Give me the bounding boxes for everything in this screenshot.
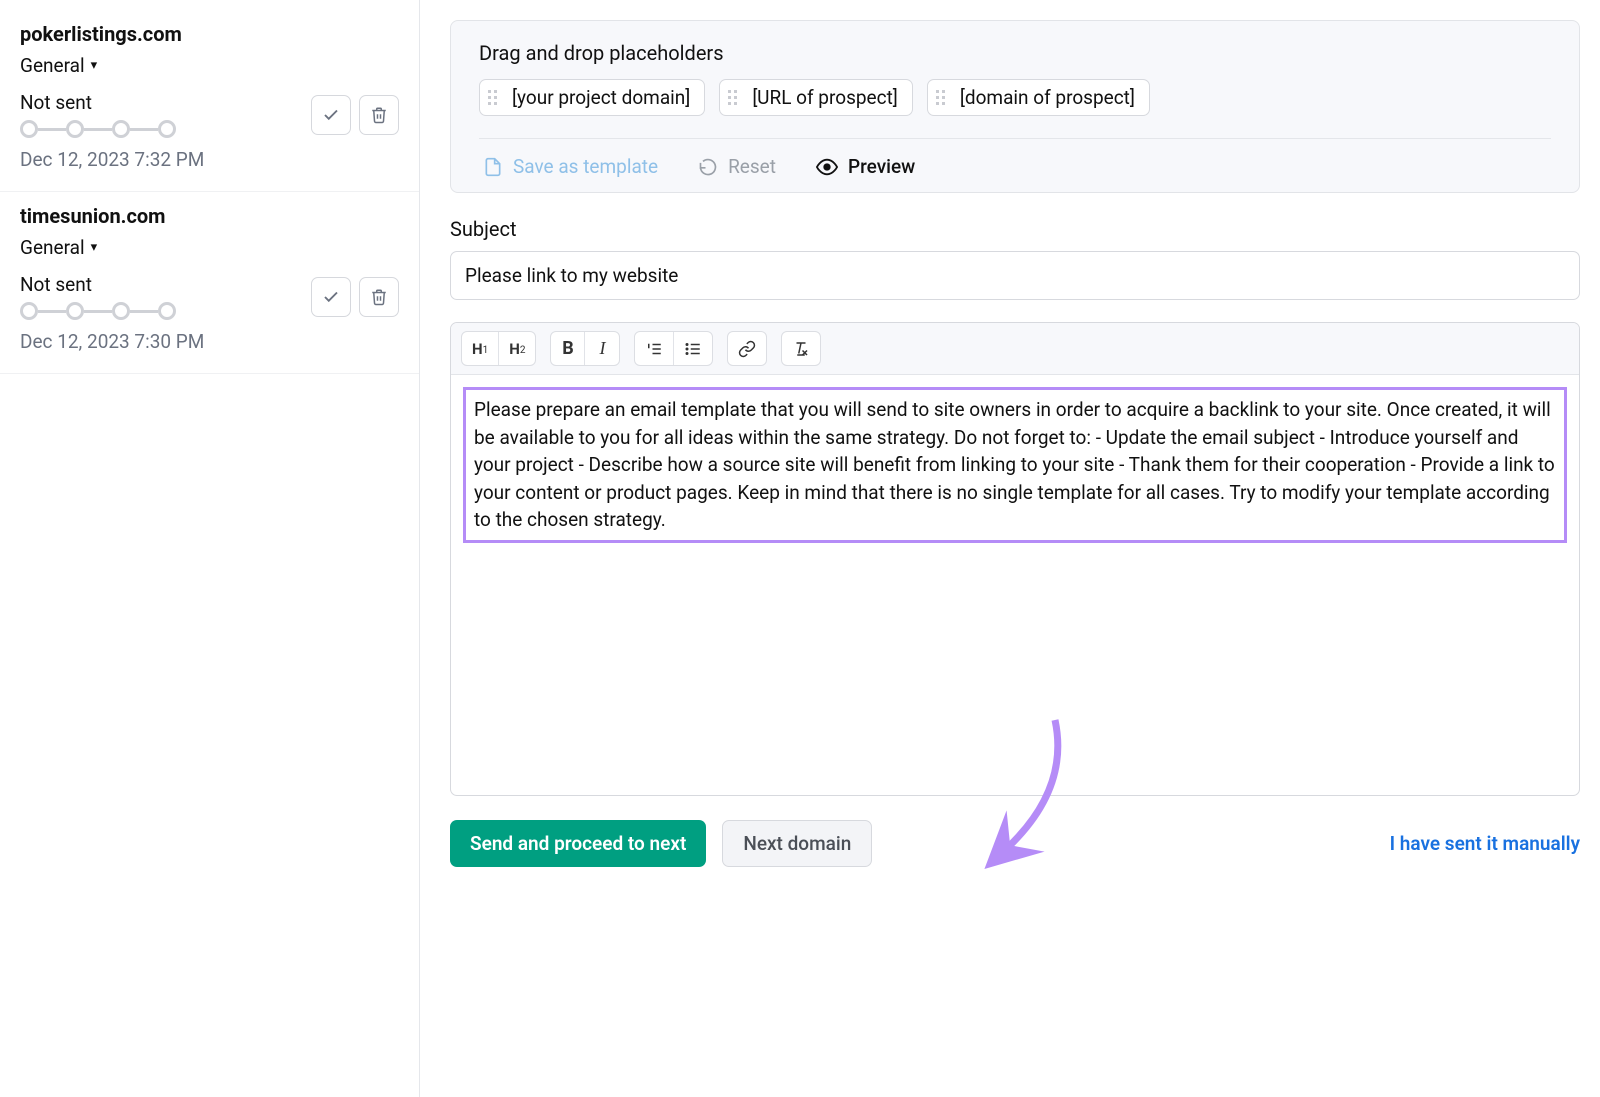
preview-label: Preview: [848, 155, 915, 178]
progress-dot: [66, 120, 84, 138]
progress-line: [130, 128, 158, 131]
format-group: B I: [550, 331, 620, 366]
chip-label: [domain of prospect]: [960, 86, 1135, 109]
category-label: General: [20, 236, 85, 259]
bold-button[interactable]: B: [551, 332, 585, 365]
list-group: [634, 331, 713, 366]
progress-dot: [158, 120, 176, 138]
h1-button[interactable]: H1: [462, 332, 499, 365]
clear-format-button[interactable]: [782, 332, 820, 365]
trash-icon: [370, 106, 388, 124]
progress-dot: [112, 302, 130, 320]
ordered-list-button[interactable]: [635, 332, 674, 365]
category-label: General: [20, 54, 85, 77]
send-proceed-button[interactable]: Send and proceed to next: [450, 820, 706, 867]
subject-input[interactable]: [450, 251, 1580, 300]
unordered-list-icon: [684, 340, 702, 358]
progress-line: [38, 128, 66, 131]
chip-label: [your project domain]: [512, 86, 690, 109]
progress-dot: [112, 120, 130, 138]
editor-body[interactable]: Please prepare an email template that yo…: [451, 375, 1579, 795]
clear-group: [781, 331, 821, 366]
divider: [479, 138, 1551, 139]
progress-dot: [66, 302, 84, 320]
editor-toolbar: H1 H2 B I: [451, 323, 1579, 375]
preview-button[interactable]: Preview: [816, 155, 915, 178]
drag-handle-icon: [936, 90, 950, 105]
mark-done-button[interactable]: [311, 277, 351, 317]
chip-row: [your project domain] [URL of prospect] …: [479, 79, 1551, 116]
undo-icon: [698, 157, 718, 177]
next-domain-button[interactable]: Next domain: [722, 820, 872, 867]
drag-handle-icon: [728, 90, 742, 105]
progress-line: [38, 310, 66, 313]
link-button[interactable]: [728, 332, 766, 365]
check-icon: [322, 106, 340, 124]
progress-dot: [20, 120, 38, 138]
clear-format-icon: [792, 340, 810, 358]
sidebar: pokerlistings.com General ▾ Not sent Dec…: [0, 0, 420, 1097]
link-icon: [738, 340, 756, 358]
delete-button[interactable]: [359, 95, 399, 135]
editor: H1 H2 B I: [450, 322, 1580, 796]
file-icon: [483, 157, 503, 177]
check-icon: [322, 288, 340, 306]
chip-label: [URL of prospect]: [752, 86, 898, 109]
editor-text-highlight: Please prepare an email template that yo…: [463, 387, 1567, 543]
unordered-list-button[interactable]: [674, 332, 712, 365]
italic-button[interactable]: I: [585, 332, 619, 365]
h2-button[interactable]: H2: [499, 332, 535, 365]
timestamp: Dec 12, 2023 7:30 PM: [20, 330, 399, 353]
trash-icon: [370, 288, 388, 306]
category-toggle[interactable]: General ▾: [20, 236, 399, 259]
site-domain: pokerlistings.com: [20, 22, 399, 46]
progress-line: [130, 310, 158, 313]
reset-label: Reset: [728, 155, 776, 178]
progress-dot: [20, 302, 38, 320]
link-group: [727, 331, 767, 366]
main-content: Drag and drop placeholders [your project…: [420, 0, 1600, 1097]
progress-line: [84, 310, 112, 313]
delete-button[interactable]: [359, 277, 399, 317]
save-label: Save as template: [513, 155, 658, 178]
timestamp: Dec 12, 2023 7:32 PM: [20, 148, 399, 171]
placeholder-chip[interactable]: [domain of prospect]: [927, 79, 1150, 116]
subject-label: Subject: [450, 217, 1580, 241]
placeholder-chip[interactable]: [URL of prospect]: [719, 79, 913, 116]
sidebar-item[interactable]: timesunion.com General ▾ Not sent Dec 12…: [0, 192, 419, 374]
drag-handle-icon: [488, 90, 502, 105]
action-row: Send and proceed to next Next domain I h…: [450, 820, 1580, 867]
reset-button[interactable]: Reset: [698, 155, 776, 178]
mark-done-button[interactable]: [311, 95, 351, 135]
site-domain: timesunion.com: [20, 204, 399, 228]
sent-manually-link[interactable]: I have sent it manually: [1390, 832, 1580, 855]
ordered-list-icon: [645, 340, 663, 358]
progress-dot: [158, 302, 176, 320]
progress-line: [84, 128, 112, 131]
save-template-button[interactable]: Save as template: [483, 155, 658, 178]
sidebar-item[interactable]: pokerlistings.com General ▾ Not sent Dec…: [0, 10, 419, 192]
eye-icon: [816, 156, 838, 178]
placeholders-panel: Drag and drop placeholders [your project…: [450, 20, 1580, 193]
chevron-down-icon: ▾: [91, 58, 98, 73]
category-toggle[interactable]: General ▾: [20, 54, 399, 77]
heading-group: H1 H2: [461, 331, 536, 366]
placeholders-title: Drag and drop placeholders: [479, 41, 1551, 65]
placeholder-chip[interactable]: [your project domain]: [479, 79, 705, 116]
chevron-down-icon: ▾: [91, 240, 98, 255]
